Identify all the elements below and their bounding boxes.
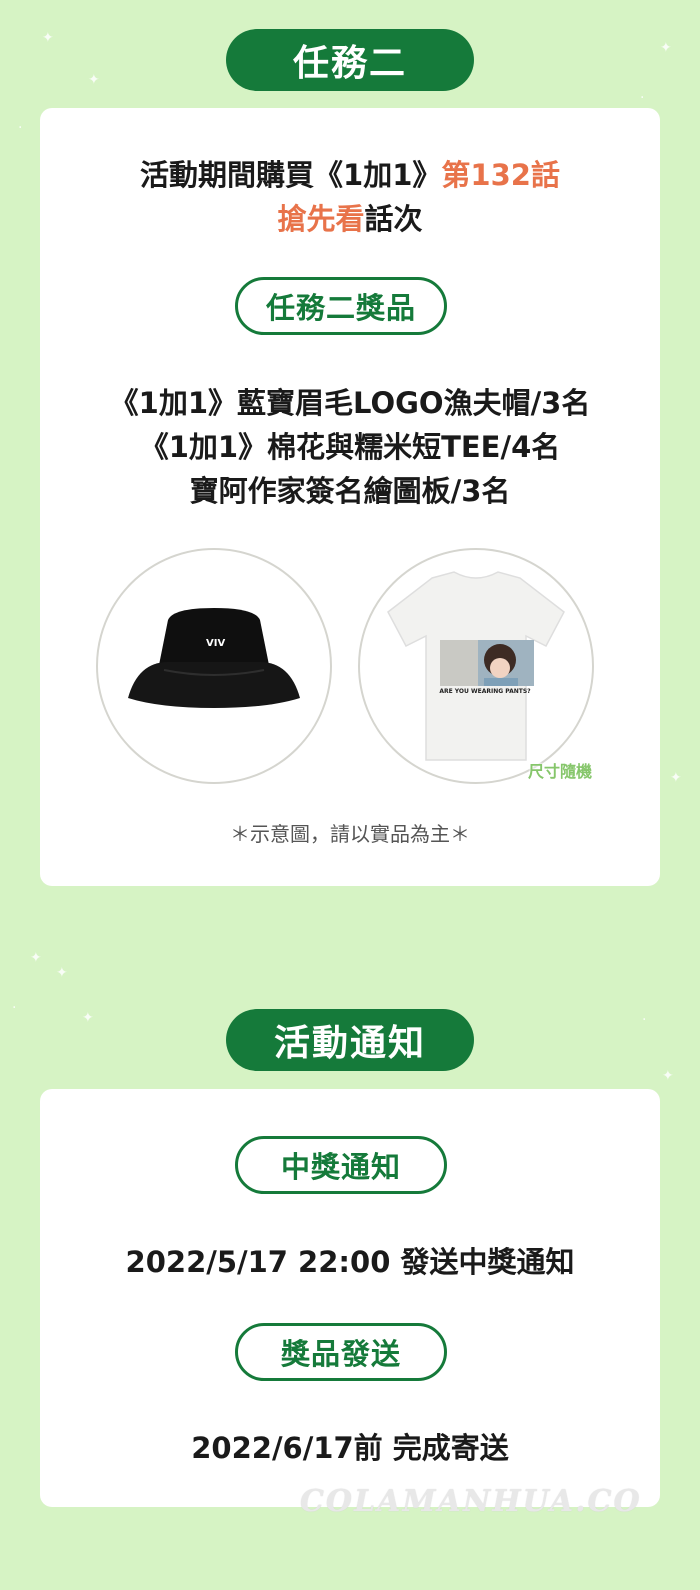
svg-text:VIV: VIV: [206, 638, 225, 649]
sparkle-icon: ·: [640, 90, 645, 106]
notice-title: 活動通知: [226, 1009, 474, 1071]
description-text: 話次: [364, 202, 423, 236]
sparkle-icon: ·: [642, 1012, 647, 1028]
description-highlight: 搶先看: [277, 202, 365, 236]
sparkle-icon: ✦: [662, 1068, 674, 1084]
prize-item: 《1加1》棉花與糯米短TEE/4名: [139, 430, 561, 464]
notice-card: 中獎通知 2022/5/17 22:00 發送中獎通知 獎品發送 2022/6/…: [40, 1089, 660, 1507]
watermark: COLAMANHUA.CO: [300, 1484, 642, 1519]
mission2-title: 任務二: [226, 29, 474, 91]
prize-item: 寶阿作家簽名繪圖板/3名: [189, 474, 511, 508]
tshirt-image: [387, 571, 565, 761]
disclaimer-text: ＊示意圖，請以實品為主＊: [230, 822, 470, 846]
sparkle-icon: ✦: [42, 30, 54, 46]
winner-notice-pill: 中獎通知: [235, 1136, 447, 1194]
mission2-description-line1: 活動期間購買《1加1》第132話: [40, 152, 660, 194]
sparkle-icon: ✦: [660, 40, 672, 56]
sparkle-icon: ✦: [82, 1010, 94, 1026]
size-random-tag: 尺寸隨機: [528, 762, 593, 781]
sparkle-icon: ✦: [670, 770, 682, 786]
bucket-hat-image: VIV: [128, 608, 300, 708]
sparkle-icon: ✦: [88, 72, 100, 88]
description-text: 活動期間購買《1加1》: [140, 158, 442, 192]
shipping-pill: 獎品發送: [235, 1323, 447, 1381]
prize-item: 《1加1》藍寶眉毛LOGO漁夫帽/3名: [109, 386, 591, 420]
mission2-description-line2: 搶先看話次: [40, 196, 660, 238]
description-highlight: 第132話: [441, 158, 560, 192]
mission2-card: 活動期間購買《1加1》第132話 搶先看話次 任務二獎品 《1加1》藍寶眉毛LO…: [40, 108, 660, 886]
tshirt-image-circle: ARE YOU WEARING PANTS?: [358, 548, 594, 784]
tshirt-caption: ARE YOU WEARING PANTS?: [439, 688, 531, 695]
winner-notice-text: 2022/5/17 22:00 發送中獎通知: [125, 1245, 575, 1279]
hat-image-circle: VIV: [96, 548, 332, 784]
sparkle-icon: ·: [18, 120, 23, 136]
shipping-text: 2022/6/17前 完成寄送: [191, 1431, 509, 1465]
prize-pill: 任務二獎品: [235, 277, 447, 335]
sparkle-icon: ·: [12, 1000, 17, 1016]
sparkle-icon: ✦: [30, 950, 42, 966]
sparkle-icon: ✦: [56, 965, 68, 981]
